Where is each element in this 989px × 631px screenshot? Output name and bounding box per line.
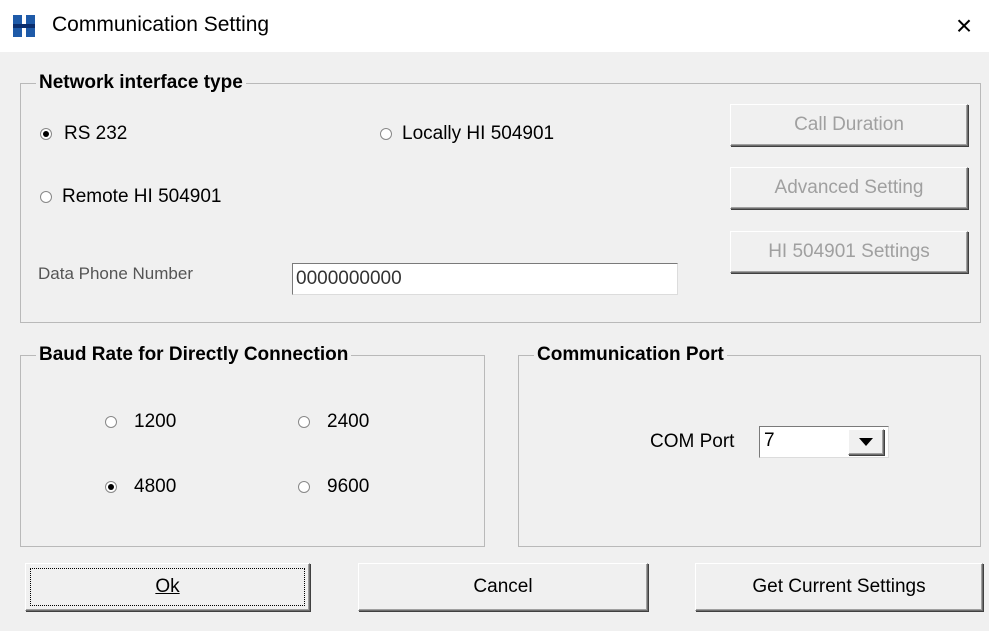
- baud-rate-group-title: Baud Rate for Directly Connection: [36, 345, 352, 365]
- radio-button-icon: [40, 128, 52, 140]
- chevron-down-icon: [859, 438, 873, 446]
- advanced-setting-button[interactable]: Advanced Setting: [730, 167, 968, 209]
- focus-rectangle: [30, 568, 305, 606]
- radio-baud-2400-label: 2400: [327, 411, 370, 432]
- radio-baud-1200[interactable]: 1200: [105, 409, 205, 435]
- radio-remote-hi504901[interactable]: Remote HI 504901: [40, 184, 270, 210]
- close-icon[interactable]: ×: [944, 8, 984, 44]
- radio-button-icon: [105, 416, 117, 428]
- get-current-settings-button[interactable]: Get Current Settings: [695, 563, 983, 611]
- baud-rate-group: [20, 355, 485, 547]
- hi504901-settings-button[interactable]: HI 504901 Settings: [730, 231, 968, 273]
- dropdown-button[interactable]: [848, 429, 884, 455]
- data-phone-number-label: Data Phone Number: [38, 264, 193, 283]
- app-icon: [13, 15, 35, 37]
- com-port-select[interactable]: 7: [759, 426, 889, 458]
- radio-baud-4800[interactable]: 4800: [105, 474, 205, 500]
- com-port-value: 7: [764, 430, 775, 451]
- data-phone-number-value: 0000000000: [296, 268, 402, 289]
- radio-baud-1200-label: 1200: [134, 411, 177, 432]
- get-current-settings-label: Get Current Settings: [752, 576, 926, 597]
- radio-baud-9600-label: 9600: [327, 476, 370, 497]
- radio-locally-hi504901[interactable]: Locally HI 504901: [380, 121, 600, 147]
- window-title: Communication Setting: [52, 13, 270, 36]
- radio-button-icon: [105, 481, 117, 493]
- ok-button[interactable]: Ok: [25, 563, 310, 611]
- call-duration-button[interactable]: Call Duration: [730, 104, 968, 146]
- radio-remote-label: Remote HI 504901: [62, 186, 222, 207]
- radio-rs232[interactable]: RS 232: [40, 121, 190, 147]
- radio-locally-label: Locally HI 504901: [402, 123, 555, 144]
- radio-baud-9600[interactable]: 9600: [298, 474, 398, 500]
- radio-baud-4800-label: 4800: [134, 476, 177, 497]
- com-port-label: COM Port: [650, 431, 735, 452]
- communication-port-group: [518, 355, 981, 547]
- radio-button-icon: [40, 191, 52, 203]
- cancel-button[interactable]: Cancel: [358, 563, 648, 611]
- radio-baud-2400[interactable]: 2400: [298, 409, 398, 435]
- radio-button-icon: [380, 128, 392, 140]
- communication-port-group-title: Communication Port: [534, 345, 727, 365]
- radio-button-icon: [298, 416, 310, 428]
- radio-rs232-label: RS 232: [64, 123, 128, 144]
- cancel-button-label: Cancel: [473, 576, 533, 597]
- radio-button-icon: [298, 481, 310, 493]
- network-interface-group-title: Network interface type: [36, 73, 246, 93]
- data-phone-number-field[interactable]: 0000000000: [292, 263, 678, 295]
